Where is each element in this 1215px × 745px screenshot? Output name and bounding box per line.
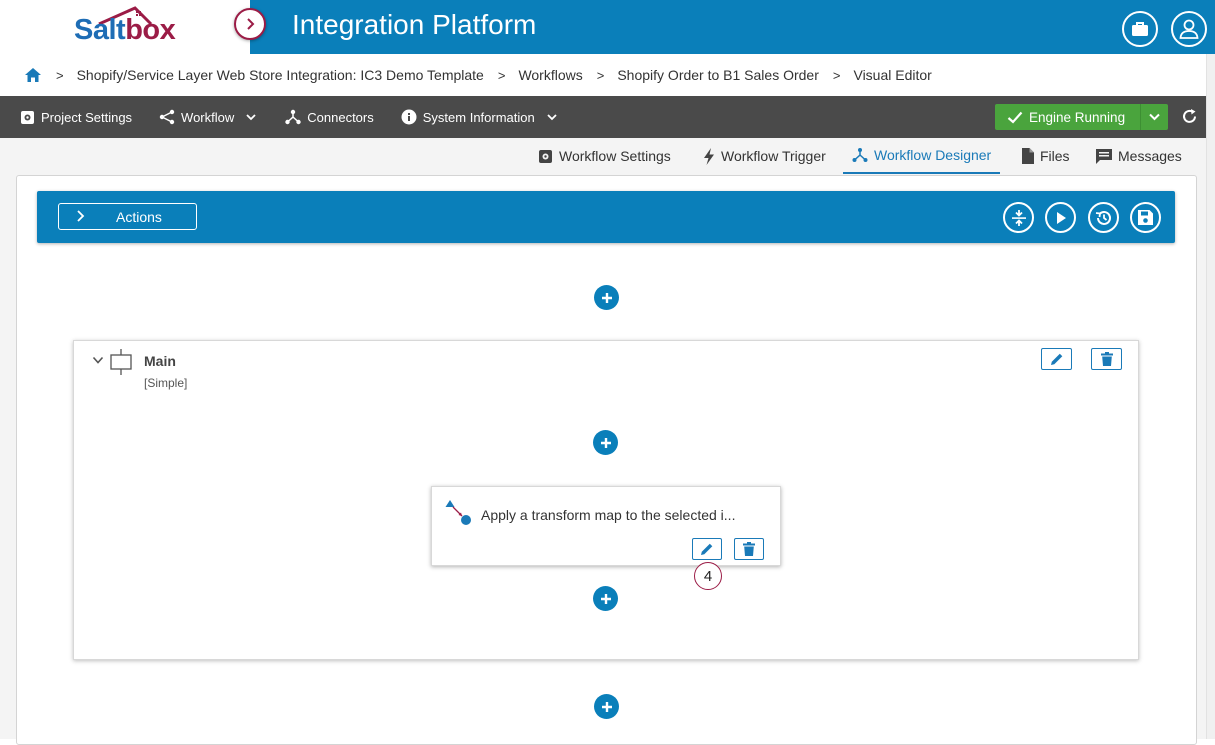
connectors-icon [285,109,301,125]
chevron-right-icon: > [497,67,506,83]
run-workflow-button[interactable] [1045,202,1076,233]
pencil-icon [1050,353,1062,365]
chevron-right-icon [77,210,85,222]
workflow-step-card[interactable] [431,486,781,566]
step-description: Apply a transform map to the selected i.… [481,507,736,523]
tab-messages[interactable]: Messages [1087,138,1191,174]
nav-project-settings[interactable]: Project Settings [20,96,132,138]
tab-messages-label: Messages [1118,148,1182,164]
info-icon [401,109,417,125]
chevron-down-icon[interactable] [92,356,104,365]
trash-icon [743,542,755,556]
group-title: Main [144,353,176,369]
chevron-down-icon [1149,113,1160,121]
briefcase-icon [1132,22,1148,36]
chevron-right-icon [247,18,255,30]
tab-workflow-settings[interactable]: Workflow Settings [529,138,680,174]
workflow-designer-icon [852,148,868,162]
tab-workflow-trigger-label: Workflow Trigger [721,148,826,164]
collapse-all-button[interactable] [1003,202,1034,233]
logo-area[interactable]: Saltbox [0,0,250,54]
edit-group-button[interactable] [1041,348,1072,370]
nav-connectors-label: Connectors [307,109,374,125]
group-icon [110,349,132,375]
actions-button-label: Actions [116,209,162,225]
tab-workflow-settings-label: Workflow Settings [559,148,671,164]
engine-status-main[interactable]: Engine Running [995,104,1140,130]
add-step-button[interactable] [593,430,618,455]
collapse-icon [1011,209,1026,226]
nav-workflow[interactable]: Workflow [159,96,256,138]
logo: Saltbox [74,14,176,46]
tab-files-label: Files [1040,148,1070,164]
delete-step-button[interactable] [734,538,764,560]
history-icon [1095,210,1111,225]
save-button[interactable] [1130,202,1161,233]
play-icon [1056,211,1066,224]
group-subtitle: [Simple] [144,376,188,390]
breadcrumb-item-project[interactable]: Shopify/Service Layer Web Store Integrat… [77,67,484,83]
nav-project-settings-label: Project Settings [41,109,133,125]
nav-connectors[interactable]: Connectors [285,96,374,138]
gear-icon [21,110,34,124]
home-icon[interactable] [24,67,42,83]
actions-button[interactable]: Actions [58,203,197,230]
add-step-button[interactable] [594,694,619,719]
file-icon [1022,148,1034,164]
user-icon [1179,19,1199,39]
chevron-right-icon: > [596,67,605,83]
refresh-icon[interactable] [1181,108,1198,125]
plus-icon [600,437,611,448]
lightning-icon [704,147,714,165]
check-icon [1007,111,1023,124]
engine-status-label: Engine Running [1029,109,1126,125]
add-step-button[interactable] [594,285,619,310]
nav-workflow-label: Workflow [181,109,235,125]
plus-icon [601,292,612,303]
engine-status-button[interactable]: Engine Running [995,104,1168,130]
pencil-icon [701,543,713,555]
tab-workflow-designer-label: Workflow Designer [874,147,992,163]
app-title: Integration Platform [292,9,537,40]
chevron-right-icon: > [832,67,841,83]
share-icon [159,109,175,125]
breadcrumb-item-current: Visual Editor [853,67,932,83]
tab-workflow-designer[interactable]: Workflow Designer [843,138,1001,174]
briefcase-button[interactable] [1122,11,1158,47]
gear-icon [539,149,552,163]
chevron-down-icon [547,113,557,120]
step-number-badge: 4 [694,562,722,590]
transform-icon [445,500,471,525]
chevron-right-icon: > [56,67,64,83]
add-step-button[interactable] [593,586,618,611]
plus-icon [600,593,611,604]
tab-workflow-trigger[interactable]: Workflow Trigger [694,138,835,174]
tab-files[interactable]: Files [1012,138,1079,174]
history-button[interactable] [1088,202,1119,233]
edit-step-button[interactable] [692,538,722,560]
delete-group-button[interactable] [1091,348,1122,370]
sidebar-toggle-button[interactable] [234,8,266,40]
engine-dropdown-toggle[interactable] [1140,104,1168,130]
nav-system-information-label: System Information [422,109,535,125]
user-profile-button[interactable] [1171,11,1207,47]
scrollbar[interactable] [1206,54,1215,739]
chevron-down-icon [246,113,256,120]
trash-icon [1100,352,1113,366]
plus-icon [601,701,612,712]
message-icon [1096,148,1112,164]
nav-system-information[interactable]: System Information [401,96,557,138]
breadcrumb-item-workflow[interactable]: Shopify Order to B1 Sales Order [617,67,819,83]
breadcrumb: > Shopify/Service Layer Web Store Integr… [0,54,1215,96]
workflow-tabs: Workflow Settings Workflow Trigger Workf… [0,138,1215,174]
breadcrumb-item-workflows[interactable]: Workflows [518,67,582,83]
save-icon [1138,210,1153,225]
